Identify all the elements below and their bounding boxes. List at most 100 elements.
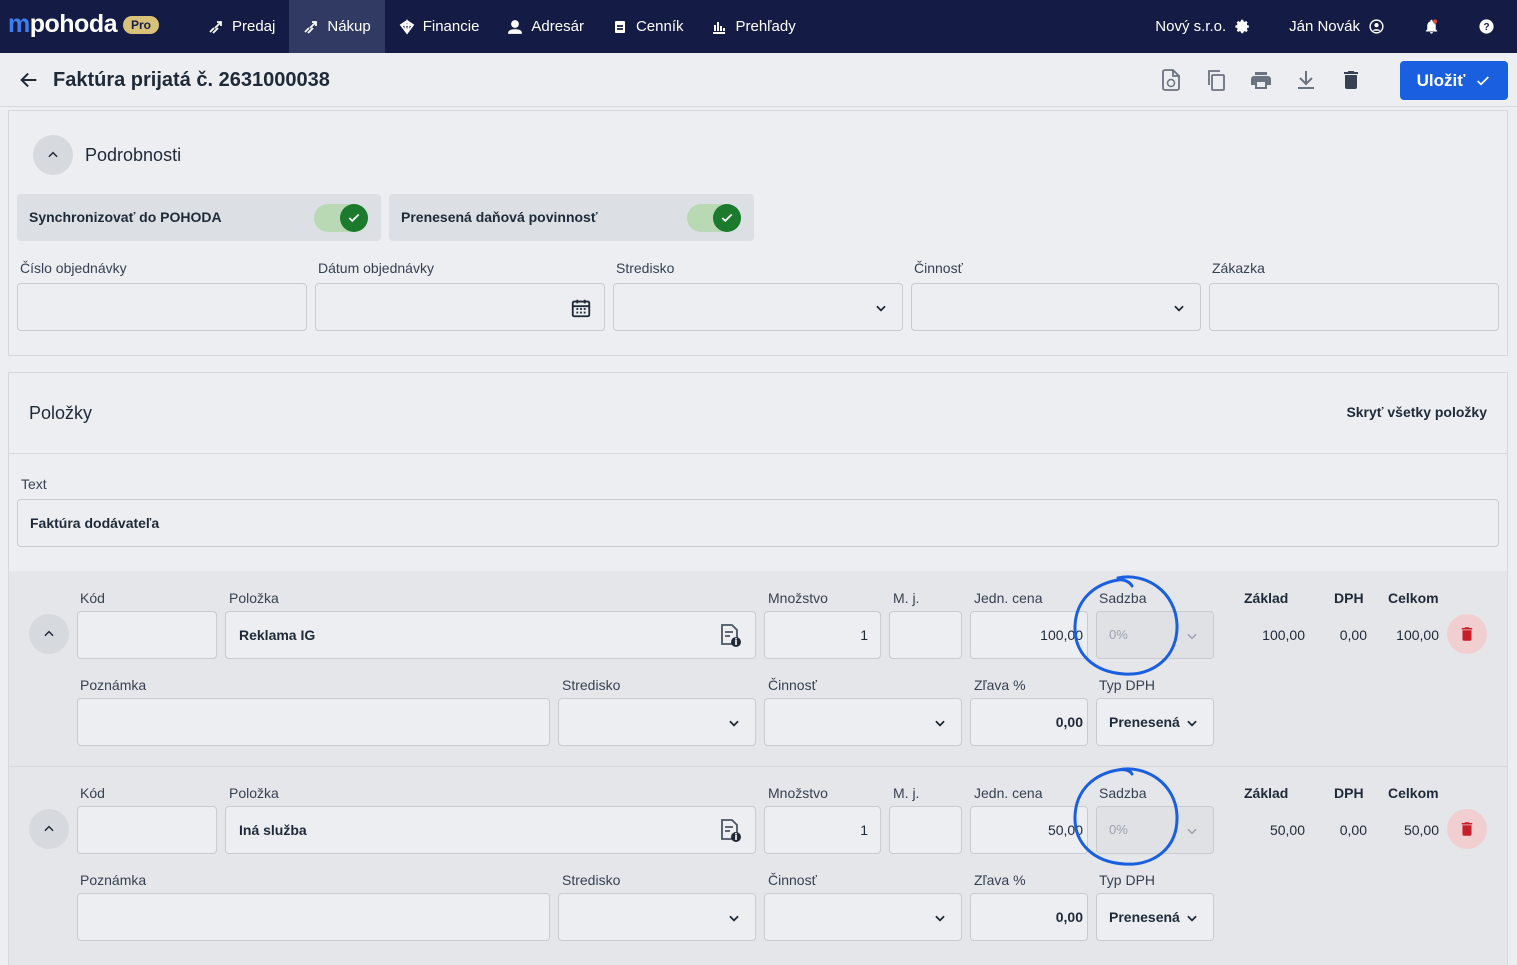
- check-icon: [348, 213, 360, 223]
- delete-item-button[interactable]: [1447, 614, 1487, 654]
- center-label: Stredisko: [616, 260, 675, 276]
- center-select[interactable]: [613, 283, 903, 331]
- contract-input[interactable]: [1209, 283, 1499, 331]
- unit-price-value: 100,00: [1040, 627, 1083, 643]
- item-center-select[interactable]: [558, 698, 756, 746]
- copy-icon[interactable]: [1204, 68, 1228, 92]
- vat-rate-value: 0%: [1109, 822, 1128, 837]
- calendar-icon[interactable]: [570, 297, 592, 319]
- discount-input[interactable]: 0,00: [970, 698, 1088, 746]
- nav-item-cennik[interactable]: Cenník: [598, 0, 698, 53]
- discount-value: 0,00: [1055, 909, 1083, 925]
- order-date-label: Dátum objednávky: [318, 260, 434, 276]
- chart-icon: [713, 21, 726, 34]
- vat-type-value: Prenesená: [1109, 714, 1180, 730]
- item-center-select[interactable]: [558, 893, 756, 941]
- nav-item-adresar[interactable]: Adresár: [493, 0, 598, 53]
- vat-type-select[interactable]: Prenesená: [1096, 698, 1214, 746]
- code-input[interactable]: [77, 611, 217, 659]
- quantity-label: Množstvo: [768, 785, 828, 801]
- check-icon: [721, 213, 733, 223]
- order-number-input[interactable]: [17, 283, 307, 331]
- text-label: Text: [21, 476, 47, 492]
- details-panel: Podrobnosti Synchronizovať do POHODA Pre…: [8, 110, 1508, 356]
- code-label: Kód: [80, 785, 105, 801]
- text-input[interactable]: Faktúra dodávateľa: [17, 499, 1499, 547]
- vat-value: 0,00: [1339, 822, 1367, 838]
- bell-icon: [1425, 19, 1438, 34]
- chevron-up-icon: [44, 825, 54, 832]
- item-activity-label: Činnosť: [768, 872, 817, 888]
- quantity-input[interactable]: 1: [764, 806, 881, 854]
- activity-select[interactable]: [911, 283, 1201, 331]
- nav-item-financie[interactable]: Financie: [385, 0, 494, 53]
- item-activity-select[interactable]: [764, 698, 962, 746]
- sync-toggle[interactable]: [314, 204, 368, 232]
- item-row: Kód Položka Iná služba Množstvo 1 M. j. …: [9, 767, 1507, 965]
- nav-item-nakup[interactable]: Nákup: [289, 0, 385, 53]
- chevron-down-icon: [1187, 828, 1197, 835]
- reverse-charge-toggle-card: Prenesená daňová povinnosť: [389, 194, 754, 241]
- item-activity-select[interactable]: [764, 893, 962, 941]
- item-info-icon[interactable]: [717, 622, 743, 648]
- code-input[interactable]: [77, 806, 217, 854]
- collapse-details-button[interactable]: [33, 135, 73, 175]
- top-navigation: mpohoda Pro Predaj Nákup Financie Adresá…: [0, 0, 1517, 53]
- nav-item-predaj[interactable]: Predaj: [194, 0, 289, 53]
- item-info-icon[interactable]: [717, 817, 743, 843]
- help-button[interactable]: ?: [1478, 18, 1495, 35]
- purchase-icon: [304, 20, 318, 34]
- hide-all-items-link[interactable]: Skryť všetky položky: [1346, 404, 1487, 420]
- print-icon[interactable]: [1249, 68, 1273, 92]
- quantity-input[interactable]: 1: [764, 611, 881, 659]
- vat-value: 0,00: [1339, 627, 1367, 643]
- contract-label: Zákazka: [1212, 260, 1265, 276]
- vat-rate-select[interactable]: 0%: [1096, 611, 1214, 659]
- unit-label: M. j.: [893, 590, 920, 606]
- nav-item-prehlady[interactable]: Prehľady: [697, 0, 809, 53]
- vat-type-select[interactable]: Prenesená: [1096, 893, 1214, 941]
- vat-type-label: Typ DPH: [1099, 872, 1156, 888]
- reverse-charge-toggle[interactable]: [687, 204, 741, 232]
- vat-label: DPH: [1334, 785, 1364, 801]
- collapse-item-button[interactable]: [29, 809, 69, 849]
- delete-item-button[interactable]: [1447, 809, 1487, 849]
- unit-price-input[interactable]: 100,00: [970, 611, 1088, 659]
- item-activity-label: Činnosť: [768, 677, 817, 693]
- pricelist-icon: [614, 20, 625, 33]
- quantity-value: 1: [860, 822, 868, 838]
- trash-icon[interactable]: [1339, 68, 1363, 92]
- vat-type-value: Prenesená: [1109, 909, 1180, 925]
- unit-price-label: Jedn. cena: [974, 590, 1043, 606]
- finance-icon: [399, 18, 415, 34]
- trash-icon: [1461, 822, 1473, 836]
- note-input[interactable]: [77, 698, 550, 746]
- base-value: 100,00: [1262, 627, 1305, 643]
- svg-text:?: ?: [1483, 22, 1489, 33]
- unit-input[interactable]: [889, 611, 962, 659]
- collapse-item-button[interactable]: [29, 614, 69, 654]
- item-name-input[interactable]: Iná služba: [225, 806, 756, 854]
- unit-price-input[interactable]: 50,00: [970, 806, 1088, 854]
- company-selector[interactable]: Nový s.r.o.: [1155, 18, 1251, 35]
- total-value: 100,00: [1396, 627, 1439, 643]
- sync-toggle-label: Synchronizovať do POHODA: [29, 209, 222, 225]
- save-button[interactable]: Uložiť: [1400, 61, 1508, 100]
- vat-type-label: Typ DPH: [1099, 677, 1156, 693]
- unit-label: M. j.: [893, 785, 920, 801]
- download-icon[interactable]: [1294, 68, 1318, 92]
- note-input[interactable]: [77, 893, 550, 941]
- order-date-input[interactable]: [315, 283, 605, 331]
- unit-input[interactable]: [889, 806, 962, 854]
- back-arrow-icon[interactable]: [18, 69, 40, 91]
- item-label: Položka: [229, 590, 279, 606]
- notifications-button[interactable]: [1423, 18, 1440, 35]
- discount-input[interactable]: 0,00: [970, 893, 1088, 941]
- page-header: Faktúra prijatá č. 2631000038 Uložiť: [0, 53, 1517, 107]
- user-menu[interactable]: Ján Novák: [1289, 18, 1385, 35]
- chevron-down-icon: [1187, 915, 1197, 922]
- item-name-input[interactable]: Reklama IG: [225, 611, 756, 659]
- vat-rate-select[interactable]: 0%: [1096, 806, 1214, 854]
- pdf-document-icon[interactable]: [1159, 68, 1183, 92]
- mpohoda-logo[interactable]: mpohoda Pro: [8, 10, 160, 39]
